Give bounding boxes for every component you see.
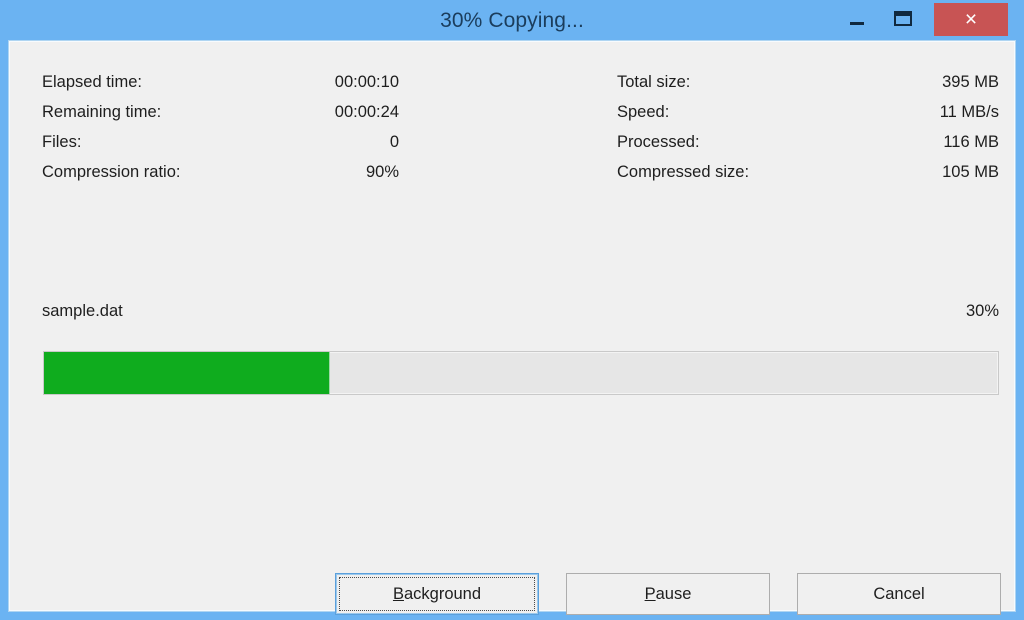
stat-label: Elapsed time:	[42, 72, 142, 91]
maximize-icon	[894, 11, 912, 26]
stat-row-total-size: Total size: 395 MB	[617, 67, 1017, 97]
stat-value: 0	[389, 132, 399, 151]
window-controls: ×	[834, 0, 1008, 40]
statistics-panel: Elapsed time: 00:00:10 Remaining time: 0…	[9, 67, 1017, 187]
minimize-button[interactable]	[834, 0, 880, 34]
stat-value: 116 MB	[943, 132, 999, 151]
title-bar[interactable]: 30% Copying... ×	[8, 0, 1016, 40]
cancel-button[interactable]: Cancel	[797, 573, 1001, 615]
cancel-button-label: Cancel	[873, 585, 924, 604]
stat-label: Files:	[42, 132, 82, 151]
stat-value: 395 MB	[942, 72, 999, 91]
stat-label: Compression ratio:	[42, 162, 181, 181]
background-button-label: Background	[393, 585, 481, 604]
statistics-column-right: Total size: 395 MB Speed: 11 MB/s Proces…	[517, 67, 1017, 187]
stat-value: 00:00:24	[334, 102, 399, 121]
dialog-client-area: Elapsed time: 00:00:10 Remaining time: 0…	[8, 40, 1017, 615]
stat-label: Remaining time:	[42, 102, 162, 121]
stat-row-compressed-size: Compressed size: 105 MB	[617, 157, 1017, 187]
background-button[interactable]: Background	[335, 573, 539, 615]
label-rest: ackground	[403, 584, 482, 603]
current-file-name: sample.dat	[42, 302, 123, 320]
accel-char: B	[392, 584, 404, 603]
pause-button[interactable]: Pause	[566, 573, 770, 615]
current-file-percent: 30%	[965, 302, 999, 320]
accel-char: P	[644, 584, 656, 603]
progress-bar	[43, 351, 999, 395]
stat-row-processed: Processed: 116 MB	[617, 127, 1017, 157]
close-button[interactable]: ×	[934, 3, 1008, 36]
progress-dialog-window: 30% Copying... × Elapsed time: 00:00:10 …	[0, 0, 1024, 620]
dialog-button-row: Background Pause Cancel	[9, 573, 1017, 617]
label-rest: ause	[655, 584, 692, 603]
maximize-button[interactable]	[880, 0, 926, 34]
pause-button-label: Pause	[645, 585, 692, 604]
stat-row-elapsed-time: Elapsed time: 00:00:10	[42, 67, 517, 97]
stat-value: 11 MB/s	[939, 102, 999, 121]
statistics-column-left: Elapsed time: 00:00:10 Remaining time: 0…	[9, 67, 517, 187]
stat-label: Compressed size:	[617, 162, 750, 181]
stat-value: 00:00:10	[334, 72, 399, 91]
stat-label: Total size:	[617, 72, 691, 91]
minimize-icon	[850, 22, 864, 25]
progress-bar-fill	[44, 352, 331, 394]
stat-row-remaining-time: Remaining time: 00:00:24	[42, 97, 517, 127]
close-icon: ×	[964, 8, 978, 31]
stat-label: Processed:	[617, 132, 700, 151]
stat-row-speed: Speed: 11 MB/s	[617, 97, 1017, 127]
label-rest: Cancel	[873, 584, 925, 603]
current-file-row: sample.dat 30%	[42, 302, 999, 321]
stat-value: 90%	[365, 162, 399, 181]
stat-row-compression-ratio: Compression ratio: 90%	[42, 157, 517, 187]
stat-label: Speed:	[617, 102, 670, 121]
stat-row-files: Files: 0	[42, 127, 517, 157]
stat-value: 105 MB	[942, 162, 999, 181]
